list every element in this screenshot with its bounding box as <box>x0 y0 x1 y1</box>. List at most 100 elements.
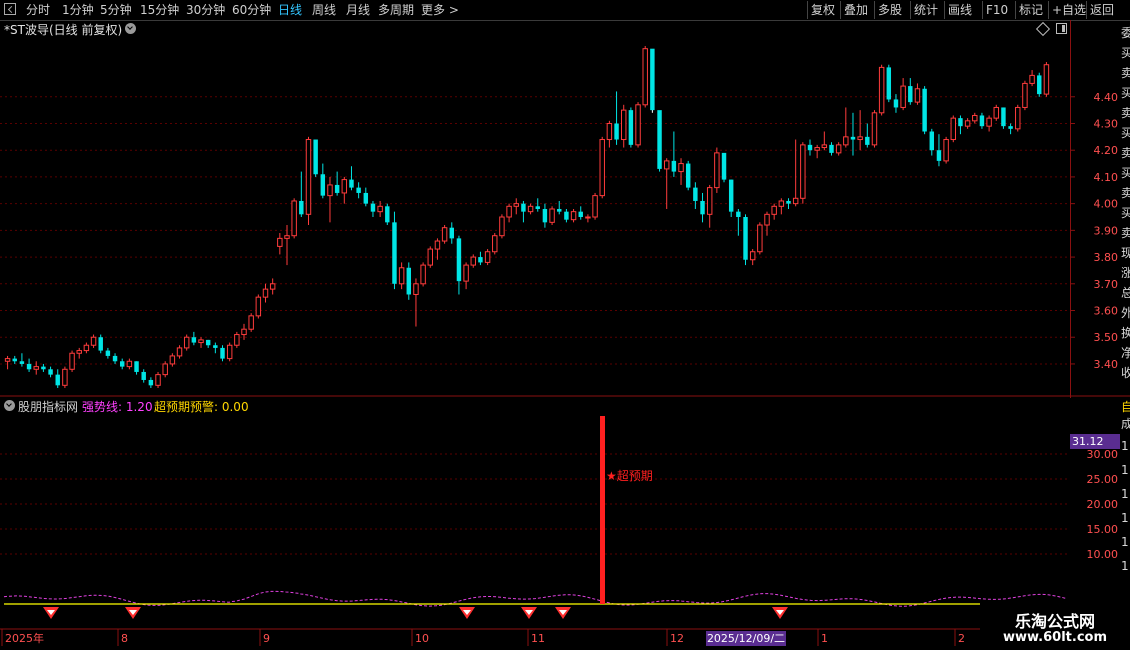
candle <box>126 358 133 370</box>
candle <box>908 78 913 105</box>
price-tick: 4.40 <box>1094 91 1119 104</box>
candle <box>226 342 233 362</box>
candle <box>620 104 627 148</box>
candle <box>262 283 269 303</box>
candle <box>900 78 906 111</box>
candle <box>764 211 770 236</box>
candle <box>599 136 605 199</box>
candle <box>313 139 318 177</box>
candle <box>83 342 90 354</box>
time-label: 10 <box>415 632 429 645</box>
candle <box>829 142 834 156</box>
candle <box>642 46 648 108</box>
candle <box>234 331 240 348</box>
candle <box>986 115 992 132</box>
candle <box>213 342 218 354</box>
candle <box>176 345 183 359</box>
indicator-tick: 10.00 <box>1087 548 1119 561</box>
candle <box>950 115 957 143</box>
candle <box>449 222 454 244</box>
candle <box>105 347 111 359</box>
candle <box>821 131 828 151</box>
candle <box>807 139 813 156</box>
candle <box>1015 104 1021 132</box>
candle <box>792 139 799 207</box>
right-edge-char: 委 <box>1121 26 1130 40</box>
alert-annotation: ★超预期 <box>606 468 653 483</box>
candle <box>392 211 397 290</box>
candle <box>413 278 419 327</box>
indicator-tick: 30.00 <box>1087 448 1119 461</box>
candle <box>492 233 498 255</box>
candle <box>893 94 899 113</box>
candle <box>979 112 985 129</box>
right-edge-char: 卖 <box>1121 66 1130 80</box>
candle <box>878 64 885 116</box>
signal-marker <box>125 607 141 619</box>
candle <box>420 262 426 287</box>
candle <box>1008 123 1013 135</box>
price-tick: 3.90 <box>1094 224 1119 237</box>
candle <box>922 86 927 135</box>
right-edge-char: 卖 <box>1121 106 1130 120</box>
signal-marker <box>772 607 788 619</box>
indicator-chart: ★超预期 30.00 25.00 20.00 15.00 10.00 2025年 8 9 10… <box>0 416 1130 646</box>
candle <box>284 225 290 266</box>
candle <box>865 123 870 148</box>
candle <box>155 371 161 388</box>
right-edge-char: 买 <box>1121 166 1130 180</box>
candle <box>721 152 727 183</box>
right-edge-char: 换 <box>1121 326 1130 340</box>
right-edge-char: 总 <box>1121 286 1130 300</box>
candle <box>55 369 60 388</box>
right-edge-char: 涨 <box>1121 266 1130 280</box>
time-label: 1 <box>821 632 828 645</box>
candle <box>929 128 935 156</box>
candle <box>886 64 892 103</box>
watermark-title: 乐淘公式网 <box>1014 612 1095 631</box>
signal-marker <box>459 607 475 619</box>
time-label: 12 <box>670 632 684 645</box>
candle <box>936 134 942 167</box>
candle <box>363 187 369 207</box>
candle <box>671 131 677 177</box>
right-edge-char: 买 <box>1121 126 1130 140</box>
candle <box>814 144 820 159</box>
signal-marker <box>555 607 571 619</box>
candle <box>12 355 17 364</box>
candle <box>1001 107 1006 129</box>
candle <box>786 198 791 209</box>
candle <box>736 208 741 236</box>
candle <box>112 353 118 364</box>
candle <box>592 192 598 220</box>
candle <box>456 235 462 295</box>
price-tick: 4.30 <box>1094 117 1119 130</box>
candle <box>958 115 963 135</box>
current-value-badge: 31.12 <box>1070 434 1120 449</box>
candle <box>478 251 483 266</box>
candle <box>33 361 39 375</box>
candle <box>728 179 734 217</box>
candle <box>356 182 361 199</box>
candle <box>749 249 756 266</box>
time-label: 9 <box>263 632 270 645</box>
right-edge-char: 净 <box>1121 346 1130 360</box>
candle <box>484 249 491 266</box>
candle <box>835 142 842 156</box>
candle <box>98 334 103 354</box>
candle <box>513 198 519 215</box>
candle <box>800 142 806 204</box>
watermark-url: www.60lt.com <box>1002 630 1108 645</box>
right-edge-char: 买 <box>1121 46 1130 60</box>
candle <box>205 339 211 348</box>
candle <box>1029 70 1035 87</box>
candle <box>871 110 878 148</box>
candle <box>499 214 505 239</box>
candle <box>385 203 390 226</box>
candle <box>606 120 613 148</box>
candle <box>441 225 448 244</box>
signal-marker <box>521 607 537 619</box>
indicator-tick: 20.00 <box>1087 498 1119 511</box>
candle <box>527 203 534 215</box>
price-tick: 3.70 <box>1094 278 1119 291</box>
